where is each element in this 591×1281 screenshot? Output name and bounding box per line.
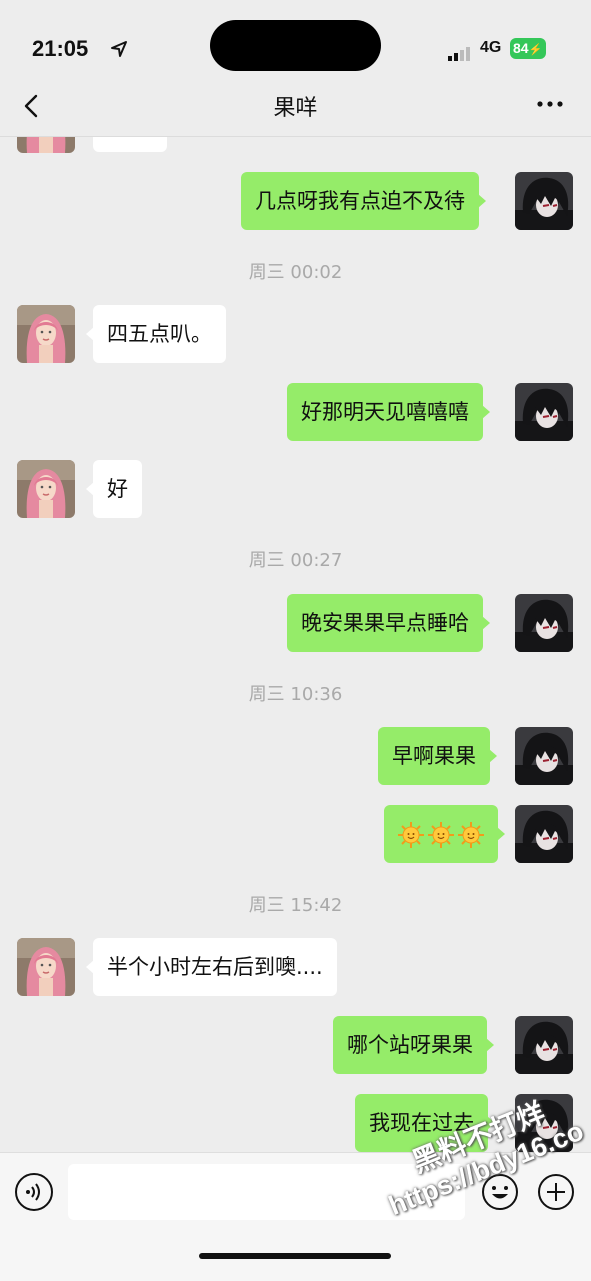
message-bubble-sent[interactable]: 哪个站呀果果	[333, 1016, 494, 1074]
battery-indicator: 84⚡	[510, 38, 546, 59]
message-bubble-emoji[interactable]	[384, 805, 505, 863]
message-input[interactable]	[68, 1164, 465, 1220]
sun-emoji-icon	[398, 822, 424, 848]
sun-emoji-icon	[428, 822, 454, 848]
message-list[interactable]: 几点呀我有点迫不及待 周三 00:02 四五点叭。 好那明天见嘻嘻嘻 好 周三 …	[0, 137, 591, 1152]
my-avatar[interactable]	[515, 805, 573, 863]
emoji-button-icon[interactable]	[481, 1173, 519, 1211]
my-avatar[interactable]	[515, 1016, 573, 1074]
message-timestamp: 周三 00:27	[248, 550, 343, 571]
message-bubble-received[interactable]: 半个小时左右后到噢....	[86, 938, 337, 996]
location-arrow-icon	[111, 41, 127, 57]
message-bubble-sent[interactable]: 好那明天见嘻嘻嘻	[287, 383, 490, 441]
my-avatar[interactable]	[515, 594, 573, 652]
contact-avatar[interactable]	[17, 137, 75, 153]
sun-emoji-icon	[458, 822, 484, 848]
signal-icon	[448, 42, 472, 61]
input-toolbar	[0, 1152, 591, 1281]
dynamic-island	[210, 20, 381, 71]
message-timestamp: 周三 15:42	[248, 895, 343, 916]
message-timestamp: 周三 10:36	[248, 684, 343, 705]
contact-avatar[interactable]	[17, 305, 75, 363]
network-type: 4G	[480, 39, 502, 56]
plus-button-icon[interactable]	[537, 1173, 575, 1211]
contact-avatar[interactable]	[17, 460, 75, 518]
status-time: 21:05	[32, 36, 89, 61]
my-avatar[interactable]	[515, 727, 573, 785]
message-bubble-received[interactable]: 四五点叭。	[86, 305, 226, 363]
voice-input-button[interactable]	[15, 1173, 53, 1211]
status-bar: 21:05 4G 84⚡	[0, 0, 591, 80]
chat-header: 果咩	[0, 80, 591, 137]
message-bubble-sent[interactable]: 晚安果果早点睡哈	[287, 594, 490, 652]
message-bubble-received[interactable]: 好	[86, 460, 142, 518]
home-indicator	[199, 1253, 391, 1259]
battery-level: 84	[513, 40, 529, 56]
my-avatar[interactable]	[515, 383, 573, 441]
my-avatar[interactable]	[515, 1094, 573, 1152]
more-options-icon[interactable]	[536, 94, 564, 114]
message-timestamp: 周三 00:02	[248, 262, 343, 283]
contact-avatar[interactable]	[17, 938, 75, 996]
chat-title: 果咩	[273, 96, 318, 121]
voice-wave-icon	[26, 1183, 40, 1201]
message-bubble-sent[interactable]: 几点呀我有点迫不及待	[241, 172, 486, 230]
message-bubble-partial	[93, 137, 167, 152]
message-bubble-sent[interactable]: 早啊果果	[378, 727, 497, 785]
my-avatar[interactable]	[515, 172, 573, 230]
message-bubble-sent[interactable]: 我现在过去	[355, 1094, 495, 1152]
